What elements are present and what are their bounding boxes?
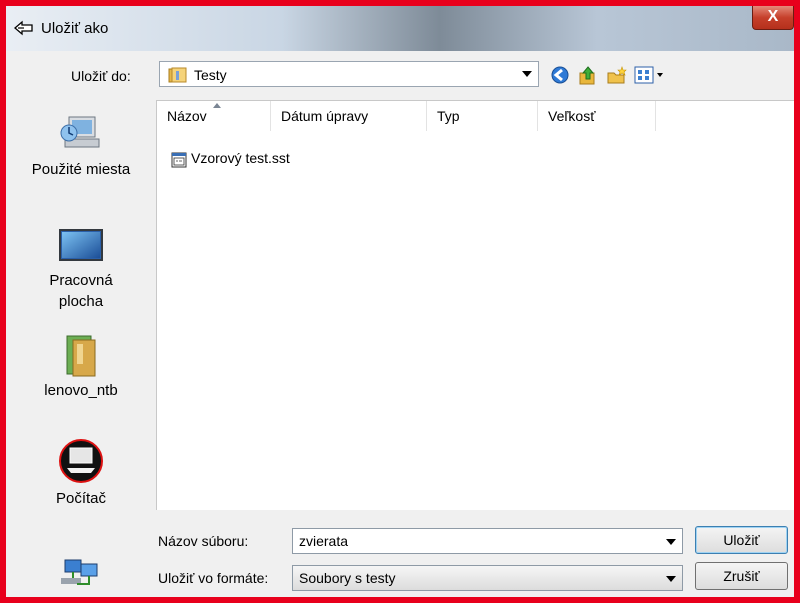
app-icon bbox=[14, 20, 33, 36]
computer-icon bbox=[59, 439, 103, 483]
place-computer[interactable]: Počítač bbox=[6, 438, 156, 509]
column-header-name[interactable]: Názov bbox=[157, 101, 271, 131]
network-icon bbox=[61, 559, 98, 585]
place-label: Pracovná plocha bbox=[49, 272, 113, 310]
sort-ascending-icon bbox=[213, 103, 221, 108]
place-label: Počítač bbox=[55, 490, 107, 507]
new-folder-icon[interactable] bbox=[606, 65, 628, 85]
filename-input[interactable]: zvierata bbox=[292, 528, 683, 554]
location-value: Testy bbox=[194, 67, 227, 83]
column-header-size[interactable]: Veľkosť bbox=[538, 101, 656, 131]
place-user[interactable]: lenovo_ntb bbox=[6, 334, 156, 401]
file-name: Vzorový test.sst bbox=[191, 150, 290, 166]
column-header-label: Dátum úpravy bbox=[281, 108, 369, 124]
up-folder-icon[interactable] bbox=[578, 65, 598, 85]
back-icon[interactable] bbox=[550, 65, 570, 85]
user-folder-icon bbox=[66, 335, 96, 377]
folder-icon bbox=[168, 67, 187, 83]
column-header-type[interactable]: Typ bbox=[427, 101, 538, 131]
title-bar[interactable]: Uložiť ako X bbox=[6, 6, 794, 51]
cancel-button[interactable]: Zrušiť bbox=[695, 562, 788, 590]
close-icon: X bbox=[767, 8, 779, 25]
window-title: Uložiť ako bbox=[41, 20, 109, 37]
file-list[interactable]: Názov Dátum úpravy Typ Veľkosť Vzorový t… bbox=[156, 100, 794, 510]
place-network[interactable] bbox=[6, 556, 156, 594]
save-as-dialog: Uložiť ako X Uložiť do: Testy Použité mi… bbox=[6, 6, 794, 597]
location-dropdown[interactable]: Testy bbox=[159, 61, 539, 87]
desktop-icon bbox=[59, 229, 103, 261]
place-recent[interactable]: Použité miesta bbox=[6, 113, 156, 180]
save-button[interactable]: Uložiť bbox=[695, 526, 788, 554]
format-value: Soubory s testy bbox=[299, 570, 396, 586]
chevron-down-icon[interactable] bbox=[666, 576, 676, 582]
close-button[interactable]: X bbox=[752, 6, 794, 30]
place-label: Použité miesta bbox=[31, 161, 131, 178]
format-select[interactable]: Soubory s testy bbox=[292, 565, 683, 591]
chevron-down-icon[interactable] bbox=[666, 539, 676, 545]
save-in-label: Uložiť do: bbox=[71, 68, 131, 84]
places-bar: Použité miesta Pracovná plocha lenovo_nt… bbox=[6, 98, 156, 597]
place-desktop[interactable]: Pracovná plocha bbox=[6, 226, 156, 312]
column-header-date[interactable]: Dátum úpravy bbox=[271, 101, 427, 131]
filename-value: zvierata bbox=[299, 533, 349, 549]
recent-places-icon bbox=[60, 116, 100, 148]
column-header-label: Veľkosť bbox=[548, 108, 596, 124]
place-label: lenovo_ntb bbox=[44, 382, 118, 399]
view-menu-icon[interactable] bbox=[634, 65, 666, 85]
chevron-down-icon[interactable] bbox=[522, 71, 532, 77]
format-label: Uložiť vo formáte: bbox=[158, 570, 269, 586]
column-header-label: Typ bbox=[437, 108, 460, 124]
column-header-label: Názov bbox=[167, 108, 207, 124]
sst-file-icon bbox=[171, 152, 187, 168]
filename-label: Názov súboru: bbox=[158, 533, 249, 549]
